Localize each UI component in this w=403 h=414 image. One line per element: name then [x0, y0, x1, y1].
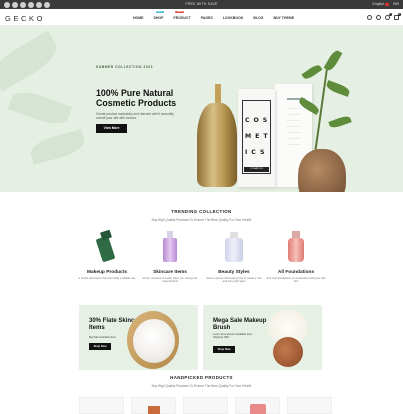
nav-label: BLOG: [253, 15, 264, 20]
product-image: [250, 404, 266, 414]
top-bar: FREE WITH SAVE English INR: [0, 0, 403, 9]
promo-text: FREE WITH SAVE: [185, 2, 218, 6]
nav-label: PAGES: [200, 15, 213, 20]
nav-label: LOOKBOOK: [222, 15, 244, 20]
shop-now-button[interactable]: Shop Now: [213, 346, 235, 353]
box-word-line: MET: [245, 133, 272, 140]
nav-label: BUY THEME: [273, 15, 295, 20]
hero-title: 100% Pure Natural Cosmetic Products: [96, 88, 177, 108]
category-name: Skincare Items: [153, 270, 187, 275]
banner-desc: Big Sale Available Now: [89, 336, 116, 339]
leaf-decoration: [0, 30, 63, 92]
box-word-line: COS: [245, 117, 272, 124]
view-more-button[interactable]: View More: [96, 124, 127, 133]
makeup-product-image: [77, 229, 137, 269]
nav-pages[interactable]: PAGES: [201, 16, 213, 20]
hero-eyebrow: SUMMER COLLECTION 2023: [96, 65, 153, 69]
header-icons: 0 0: [367, 12, 401, 20]
promo-banner-skincare[interactable]: 30% Flate Skincare Items Big Sale Availa…: [79, 305, 198, 370]
nav-shop[interactable]: NEW SHOP: [153, 10, 164, 20]
category-desc: Soft matt foundations to complement and …: [266, 276, 326, 283]
category-desc: All the moments of quality when you chan…: [142, 276, 198, 283]
cosmetic-box-image: COS MET ICS COSMETICS: [238, 89, 275, 187]
banner-title: Mega Sale Makeup Brush: [213, 318, 267, 331]
beauty-product-image: [204, 229, 264, 269]
promo-banner-brush[interactable]: Mega Sale Makeup Brush Lorem Free Return…: [203, 305, 322, 370]
category-makeup[interactable]: Makeup Products A simple description tha…: [77, 229, 137, 280]
nav-label: SHOP: [153, 15, 164, 20]
nav-buy-theme[interactable]: BUY THEME: [273, 16, 294, 20]
hero-description: Create product modularity and relevant w…: [96, 112, 174, 120]
trending-subtitle: Buy High Quality Products To Ensure The …: [151, 218, 252, 222]
main-nav: HOME NEW SHOP SALE PRODUCT PAGES LOOKBOOK …: [133, 10, 304, 20]
product-card[interactable]: [79, 397, 124, 414]
gold-bottle-image: [197, 103, 237, 187]
currency-select[interactable]: INR: [393, 2, 399, 6]
leaf-decoration: [7, 86, 73, 130]
nav-lookbook[interactable]: LOOKBOOK: [223, 16, 244, 20]
user-icon[interactable]: [376, 14, 381, 20]
flag-icon: [385, 2, 389, 6]
heart-icon[interactable]: 0: [385, 12, 392, 20]
handpicked-subtitle: Buy High Quality Products To Ensure The …: [151, 384, 252, 388]
nav-product[interactable]: SALE PRODUCT: [173, 10, 191, 20]
sale-badge: SALE: [175, 10, 185, 14]
product-image: [148, 406, 160, 414]
site-logo[interactable]: GECKO: [5, 14, 45, 23]
category-desc: A simple description that will modify a …: [78, 276, 136, 280]
category-name: Makeup Products: [87, 270, 127, 275]
cart-count: 0: [397, 12, 401, 16]
category-beauty[interactable]: Beauty Styles Show a person that looking…: [204, 229, 264, 283]
nav-home[interactable]: HOME: [133, 16, 144, 20]
box-word-line: ICS: [245, 149, 269, 156]
category-foundations[interactable]: All Foundations Soft matt foundations to…: [266, 229, 326, 283]
category-name: Beauty Styles: [218, 270, 250, 275]
category-desc: Show a person that looking how to create…: [206, 276, 262, 283]
product-card[interactable]: [287, 397, 332, 414]
product-card[interactable]: [183, 397, 228, 414]
hero-banner: SUMMER COLLECTION 2023 100% Pure Natural…: [0, 26, 403, 192]
leaf-decoration: [28, 129, 87, 165]
category-name: All Foundations: [277, 270, 315, 275]
wishlist-count: 0: [388, 12, 392, 16]
soil-pot-image: [298, 149, 346, 192]
trending-title: TRENDING COLLECTION: [171, 209, 232, 214]
box-label: COSMETICS: [244, 167, 269, 172]
nav-blog[interactable]: BLOG: [253, 16, 263, 20]
bag-icon[interactable]: 0: [394, 12, 401, 20]
product-card[interactable]: [235, 397, 280, 414]
handpicked-title: HANDPICKED PRODUCTS: [170, 375, 233, 380]
category-skincare[interactable]: Skincare Items All the moments of qualit…: [140, 229, 200, 283]
bottle-cap-image: [215, 84, 221, 103]
nav-label: HOME: [133, 15, 144, 20]
main-header: GECKO HOME NEW SHOP SALE PRODUCT PAGES LOO…: [0, 9, 403, 26]
search-icon[interactable]: [367, 14, 372, 20]
language-select[interactable]: English: [373, 2, 384, 6]
product-card[interactable]: [131, 397, 176, 414]
new-badge: NEW: [155, 10, 164, 14]
foundation-product-image: [266, 229, 326, 269]
nav-label: PRODUCT: [173, 15, 191, 20]
skincare-product-image: [140, 229, 200, 269]
banner-desc: Lorem Free Return Available Free Shippin…: [213, 333, 253, 340]
shop-now-button[interactable]: Shop Now: [89, 343, 111, 350]
